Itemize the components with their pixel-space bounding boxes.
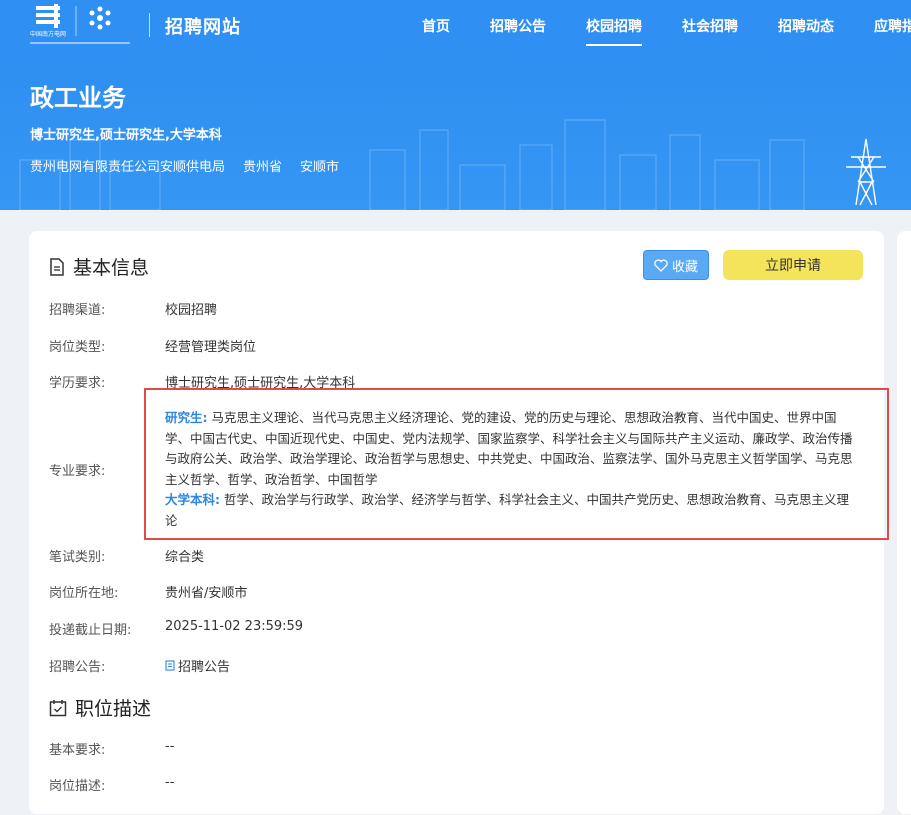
site-title[interactable]: 招聘网站 bbox=[165, 13, 241, 39]
deadline-value: 2025-11-02 23:59:59 bbox=[165, 619, 304, 634]
notice-link[interactable]: 招聘公告 bbox=[165, 656, 230, 675]
skyline-decoration bbox=[19, 119, 805, 210]
info-row-notice: 招聘公告: 招聘公告 bbox=[49, 656, 230, 675]
major-key: 专业要求: bbox=[49, 464, 106, 479]
nav-application-guide[interactable]: 应聘指南 bbox=[854, 0, 911, 52]
info-row-major: 专业要求: 研究生: 马克思主义理论、当代马克思主义经济理论、党的建设、党的历史… bbox=[49, 408, 861, 531]
nav-home[interactable]: 首页 bbox=[402, 0, 470, 52]
csg-logo[interactable]: 中国南方电网 bbox=[28, 2, 140, 50]
info-row-education: 学历要求: 博士研究生,硕士研究生,大学本科 bbox=[49, 372, 355, 391]
description-title: 职位描述 bbox=[75, 698, 152, 720]
major-grad-text: 马克思主义理论、当代马克思主义经济理论、党的建设、党的历史与理论、思想政治教育、… bbox=[165, 410, 853, 487]
info-row-type: 岗位类型: 经营管理类岗位 bbox=[49, 336, 256, 355]
nav-recruitment-news[interactable]: 招聘动态 bbox=[758, 0, 854, 52]
notice-key: 招聘公告: bbox=[49, 660, 106, 675]
nav-social-recruitment[interactable]: 社会招聘 bbox=[662, 0, 758, 52]
nav-announcements[interactable]: 招聘公告 bbox=[470, 0, 566, 52]
major-grad-label: 研究生: bbox=[165, 410, 208, 425]
file-link-icon bbox=[165, 660, 175, 671]
info-row-channel: 招聘渠道: 校园招聘 bbox=[49, 299, 217, 318]
major-undergrad-label: 大学本科: bbox=[165, 492, 220, 507]
channel-value: 校园招聘 bbox=[165, 303, 218, 318]
info-row-deadline: 投递截止日期: 2025-11-02 23:59:59 bbox=[49, 619, 303, 638]
channel-key: 招聘渠道: bbox=[49, 303, 106, 318]
job-province: 贵州省 bbox=[243, 160, 283, 175]
heart-icon bbox=[654, 258, 668, 272]
basic-info-heading: 基本信息 bbox=[49, 253, 149, 280]
job-banner: 政工业务 博士研究生,硕士研究生,大学本科 贵州电网有限责任公司安顺供电局 贵州… bbox=[0, 52, 911, 210]
info-row-exam: 笔试类别: 综合类 bbox=[49, 546, 204, 565]
job-detail-card: 基本信息 收藏 立即申请 招聘渠道: 校园招聘 岗位类型: 经营管理类岗位 学历… bbox=[29, 231, 884, 814]
location-key: 岗位所在地: bbox=[49, 586, 119, 601]
desc-row-description: 岗位描述: -- bbox=[49, 775, 174, 794]
requirements-value: -- bbox=[165, 739, 175, 754]
job-meta: 贵州电网有限责任公司安顺供电局 贵州省 安顺市 bbox=[30, 156, 339, 175]
job-degree: 博士研究生,硕士研究生,大学本科 bbox=[30, 128, 222, 143]
job-city: 安顺市 bbox=[300, 160, 340, 175]
exam-key: 笔试类别: bbox=[49, 550, 106, 565]
logo-divider bbox=[149, 13, 150, 37]
description-heading: 职位描述 bbox=[49, 694, 151, 721]
exam-value: 综合类 bbox=[165, 550, 205, 565]
major-undergrad-text: 哲学、政治学与行政学、政治学、经济学与哲学、科学社会主义、中国共产党历史、思想政… bbox=[165, 492, 849, 528]
apply-button[interactable]: 立即申请 bbox=[723, 250, 863, 280]
calendar-icon bbox=[49, 699, 67, 716]
document-icon bbox=[50, 257, 64, 276]
description-key: 岗位描述: bbox=[49, 779, 106, 794]
nav-campus-recruitment[interactable]: 校园招聘 bbox=[566, 0, 662, 52]
location-value: 贵州省/安顺市 bbox=[165, 586, 248, 601]
description-value: -- bbox=[165, 775, 175, 790]
education-value: 博士研究生,硕士研究生,大学本科 bbox=[165, 376, 356, 391]
education-key: 学历要求: bbox=[49, 376, 106, 391]
requirements-key: 基本要求: bbox=[49, 743, 106, 758]
desc-row-requirements: 基本要求: -- bbox=[49, 739, 174, 758]
notice-link-label: 招聘公告 bbox=[178, 660, 231, 675]
power-tower-icon bbox=[846, 138, 886, 206]
favorite-label: 收藏 bbox=[671, 259, 698, 275]
favorite-button[interactable]: 收藏 bbox=[643, 250, 709, 280]
job-title: 政工业务 bbox=[30, 84, 126, 112]
basic-info-title: 基本信息 bbox=[73, 257, 150, 279]
major-requirements: 研究生: 马克思主义理论、当代马克思主义经济理论、党的建设、党的历史与理论、思想… bbox=[165, 408, 861, 531]
top-navbar: 中国南方电网 招聘网站 首页 招聘公告 校园招聘 社会招聘 招聘动态 应聘指南 bbox=[0, 0, 911, 52]
type-key: 岗位类型: bbox=[49, 340, 106, 355]
info-row-location: 岗位所在地: 贵州省/安顺市 bbox=[49, 582, 247, 601]
job-company: 贵州电网有限责任公司安顺供电局 bbox=[30, 160, 226, 175]
type-value: 经营管理类岗位 bbox=[165, 340, 257, 355]
deadline-key: 投递截止日期: bbox=[49, 623, 132, 638]
side-panel bbox=[897, 231, 911, 814]
svg-text:中国南方电网: 中国南方电网 bbox=[30, 30, 66, 38]
main-nav: 首页 招聘公告 校园招聘 社会招聘 招聘动态 应聘指南 bbox=[402, 0, 911, 52]
